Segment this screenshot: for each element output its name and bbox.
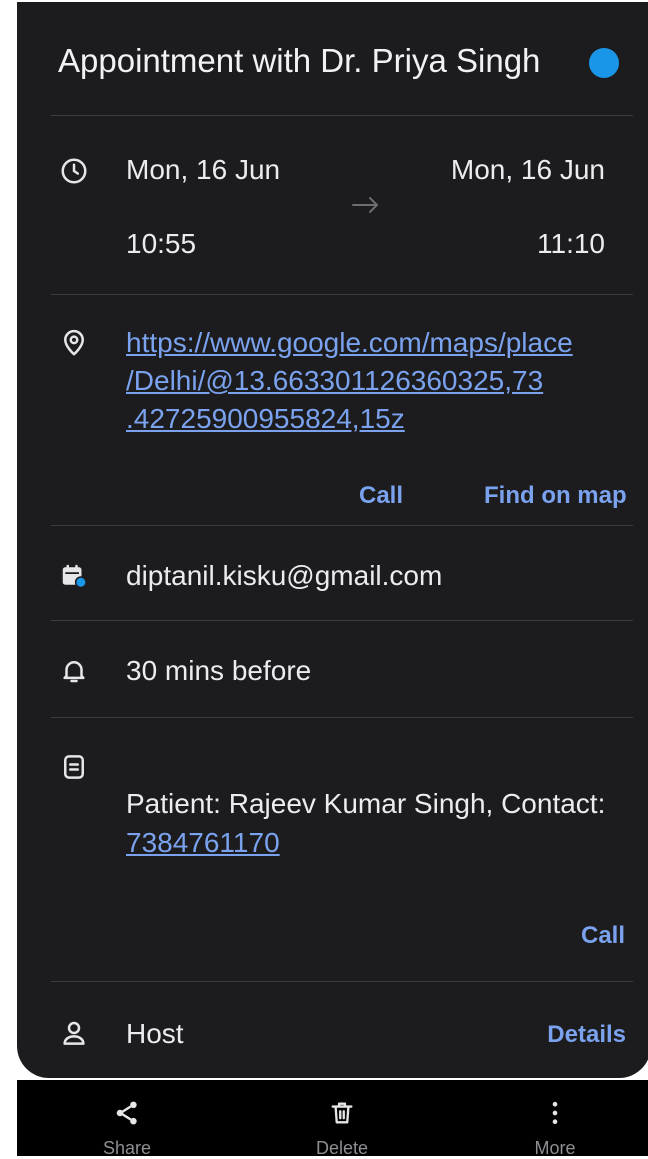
- event-detail-card: Appointment with Dr. Priya Singh Mon, 16…: [17, 2, 648, 1078]
- more-button[interactable]: More: [495, 1080, 615, 1158]
- share-button[interactable]: Share: [67, 1080, 187, 1158]
- arrow-right-icon: [351, 193, 381, 217]
- event-title: Appointment with Dr. Priya Singh: [58, 42, 541, 79]
- start-date[interactable]: Mon, 16 Jun: [126, 154, 280, 186]
- notes-icon: [59, 752, 89, 782]
- start-time[interactable]: 10:55: [126, 228, 196, 260]
- divider: [51, 981, 633, 982]
- location-link-line[interactable]: .42725900955824,15z: [126, 400, 626, 438]
- trash-icon: [331, 1102, 353, 1124]
- notes-text: Patient: Rajeev Kumar Singh, Contact:: [126, 788, 606, 819]
- bell-icon: [59, 656, 89, 686]
- clock-icon: [59, 156, 89, 186]
- host-details-button[interactable]: Details: [547, 1021, 626, 1049]
- location-call-button[interactable]: Call: [359, 482, 403, 510]
- divider: [51, 525, 633, 526]
- end-date[interactable]: Mon, 16 Jun: [451, 154, 605, 186]
- location-link-line[interactable]: /Delhi/@13.663301126360325,73: [126, 362, 626, 400]
- person-icon: [59, 1018, 89, 1048]
- calendar-account-icon: [59, 561, 89, 591]
- reminder-text[interactable]: 30 mins before: [126, 655, 311, 687]
- location-link-line[interactable]: https://www.google.com/maps/place: [126, 324, 626, 362]
- share-icon: [116, 1101, 137, 1125]
- event-color-dot[interactable]: [589, 48, 619, 78]
- location-link[interactable]: https://www.google.com/maps/place /Delhi…: [126, 324, 626, 438]
- bottom-toolbar: Share Delete More: [17, 1080, 648, 1158]
- divider: [51, 620, 633, 621]
- location-pin-icon: [59, 328, 89, 358]
- divider: [51, 717, 633, 718]
- notes-phone-link[interactable]: 7384761170: [126, 824, 280, 862]
- more-vertical-icon: [552, 1101, 558, 1125]
- divider: [51, 115, 633, 116]
- end-time[interactable]: 11:10: [537, 228, 605, 260]
- delete-button[interactable]: Delete: [282, 1080, 402, 1158]
- calendar-account[interactable]: diptanil.kisku@gmail.com: [126, 560, 442, 592]
- divider: [51, 294, 633, 295]
- host-label: Host: [126, 1018, 184, 1049]
- notes-call-button[interactable]: Call: [581, 922, 625, 950]
- find-on-map-button[interactable]: Find on map: [484, 482, 627, 510]
